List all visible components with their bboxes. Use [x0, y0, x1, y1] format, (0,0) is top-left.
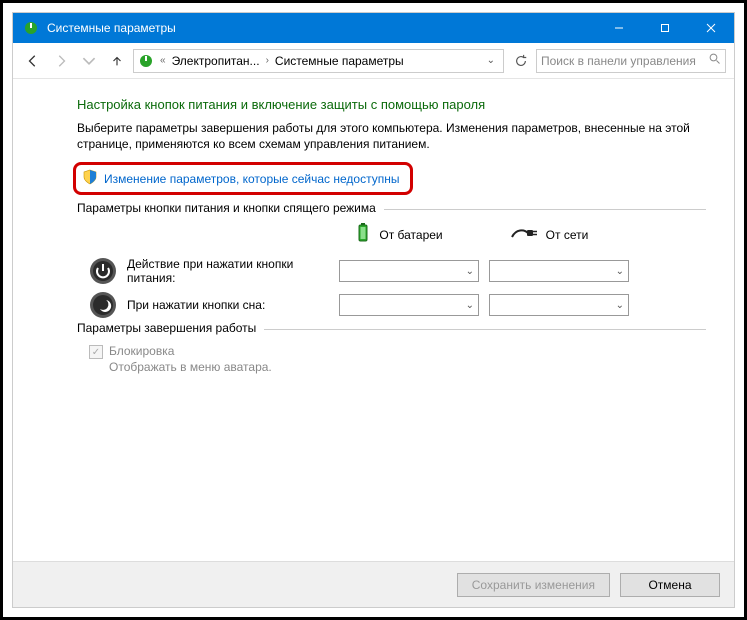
breadcrumb[interactable]: « Электропитан... › Системные параметры …	[133, 49, 504, 73]
setting-label: При нажатии кнопки сна:	[127, 298, 329, 312]
battery-icon	[355, 222, 371, 247]
setting-row-power-button: Действие при нажатии кнопки питания: ⌄ ⌄	[77, 257, 706, 285]
column-ac: От сети	[479, 222, 619, 247]
nav-recent-button[interactable]	[77, 49, 101, 73]
power-icon	[138, 53, 154, 69]
search-icon	[709, 53, 721, 68]
nav-up-button[interactable]	[105, 49, 129, 73]
titlebar: Системные параметры	[13, 13, 734, 43]
toolbar: « Электропитан... › Системные параметры …	[13, 43, 734, 79]
breadcrumb-prefix: «	[158, 55, 168, 66]
cancel-button[interactable]: Отмена	[620, 573, 720, 597]
change-unavailable-settings-link[interactable]: Изменение параметров, которые сейчас нед…	[104, 172, 400, 186]
chevron-down-icon: ⌄	[466, 266, 474, 277]
maximize-button[interactable]	[642, 13, 688, 43]
lock-checkbox-sublabel: Отображать в меню аватара.	[109, 360, 706, 374]
page-title: Настройка кнопок питания и включение защ…	[77, 97, 706, 112]
highlighted-link-box: Изменение параметров, которые сейчас нед…	[73, 162, 413, 195]
nav-back-button[interactable]	[21, 49, 45, 73]
sleep-button-ac-combo[interactable]: ⌄	[489, 294, 629, 316]
chevron-down-icon: ⌄	[466, 300, 474, 311]
window-title: Системные параметры	[47, 21, 596, 35]
lock-checkbox-label: Блокировка	[109, 344, 174, 360]
power-buttons-group: Параметры кнопки питания и кнопки спящег…	[77, 209, 706, 319]
refresh-button[interactable]	[508, 49, 532, 73]
setting-row-sleep-button: При нажатии кнопки сна: ⌄ ⌄	[77, 291, 706, 319]
save-button: Сохранить изменения	[457, 573, 610, 597]
breadcrumb-item[interactable]: Системные параметры	[275, 54, 404, 68]
breadcrumb-item[interactable]: Электропитан...	[172, 54, 260, 68]
nav-forward-button[interactable]	[49, 49, 73, 73]
column-battery-label: От батареи	[379, 228, 442, 242]
window-icon	[23, 20, 39, 36]
lock-checkbox: ✓	[89, 345, 103, 359]
power-button-battery-combo[interactable]: ⌄	[339, 260, 479, 282]
setting-label: Действие при нажатии кнопки питания:	[127, 257, 329, 285]
power-button-icon	[89, 257, 117, 285]
footer: Сохранить изменения Отмена	[13, 561, 734, 607]
column-ac-label: От сети	[546, 228, 589, 242]
plug-icon	[510, 225, 538, 244]
chevron-down-icon: ⌄	[616, 300, 624, 311]
chevron-down-icon[interactable]: ⌄	[483, 55, 499, 66]
shield-icon	[82, 169, 98, 188]
power-button-ac-combo[interactable]: ⌄	[489, 260, 629, 282]
chevron-right-icon: ›	[264, 55, 271, 66]
group-legend: Параметры завершения работы	[77, 321, 264, 335]
search-placeholder: Поиск в панели управления	[541, 54, 696, 68]
content-area: Настройка кнопок питания и включение защ…	[13, 79, 734, 561]
minimize-button[interactable]	[596, 13, 642, 43]
search-input[interactable]: Поиск в панели управления	[536, 49, 726, 73]
chevron-down-icon: ⌄	[616, 266, 624, 277]
shutdown-settings-group: Параметры завершения работы ✓ Блокировка…	[77, 329, 706, 374]
close-button[interactable]	[688, 13, 734, 43]
sleep-button-icon	[89, 291, 117, 319]
page-description: Выберите параметры завершения работы для…	[77, 120, 706, 152]
sleep-button-battery-combo[interactable]: ⌄	[339, 294, 479, 316]
group-legend: Параметры кнопки питания и кнопки спящег…	[77, 201, 384, 215]
column-battery: От батареи	[329, 222, 469, 247]
